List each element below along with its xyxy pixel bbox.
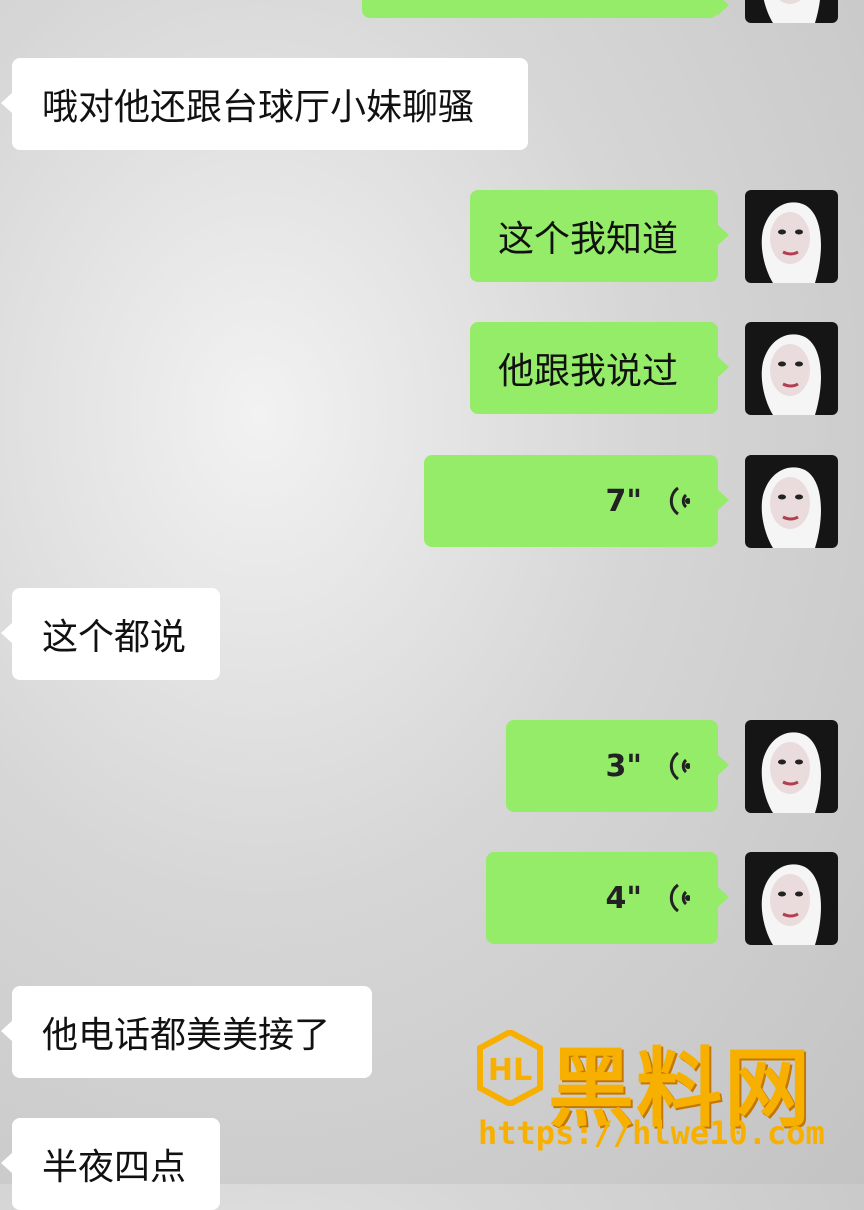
message-bubble-incoming[interactable]: 半夜四点 [1,1118,220,1210]
voice-message-bubble[interactable]: 3" [506,720,729,812]
avatar[interactable] [745,720,838,813]
avatar[interactable] [745,455,838,548]
message-bubble-outgoing[interactable] [362,0,729,18]
message-text: 半夜四点 [42,1147,187,1188]
message-text: 他跟我说过 [498,351,679,392]
watermark-logo: HL [476,1028,544,1108]
message-text: 哦对他还跟台球厅小妹聊骚 [42,87,475,128]
message-bubble-incoming[interactable]: 这个都说 [1,588,220,680]
voice-wave-icon [664,484,690,518]
watermark-url: https://hlwe10.com [478,1114,825,1152]
voice-wave-icon [664,881,690,915]
message-bubble-outgoing[interactable]: 他跟我说过 [470,322,729,414]
watermark-logo-text: HL [488,1053,532,1088]
voice-duration: 7" [605,483,642,519]
message-bubble-incoming[interactable]: 哦对他还跟台球厅小妹聊骚 [1,58,528,150]
chat-thread: 哦对他还跟台球厅小妹聊骚 这个我知道 他跟我说过 7" 这个都说 3" 4" 他… [0,0,864,1210]
avatar[interactable] [745,0,838,23]
message-bubble-incoming[interactable]: 他电话都美美接了 [1,986,372,1078]
message-text: 这个我知道 [498,219,679,260]
avatar[interactable] [745,322,838,415]
voice-message-bubble[interactable]: 4" [486,852,729,944]
voice-message-bubble[interactable]: 7" [424,455,729,547]
avatar[interactable] [745,190,838,283]
voice-wave-icon [664,749,690,783]
message-text: 他电话都美美接了 [42,1015,331,1056]
message-bubble-outgoing[interactable]: 这个我知道 [470,190,729,282]
voice-duration: 3" [605,748,642,784]
voice-duration: 4" [605,880,642,916]
avatar[interactable] [745,852,838,945]
message-text: 这个都说 [42,617,187,658]
